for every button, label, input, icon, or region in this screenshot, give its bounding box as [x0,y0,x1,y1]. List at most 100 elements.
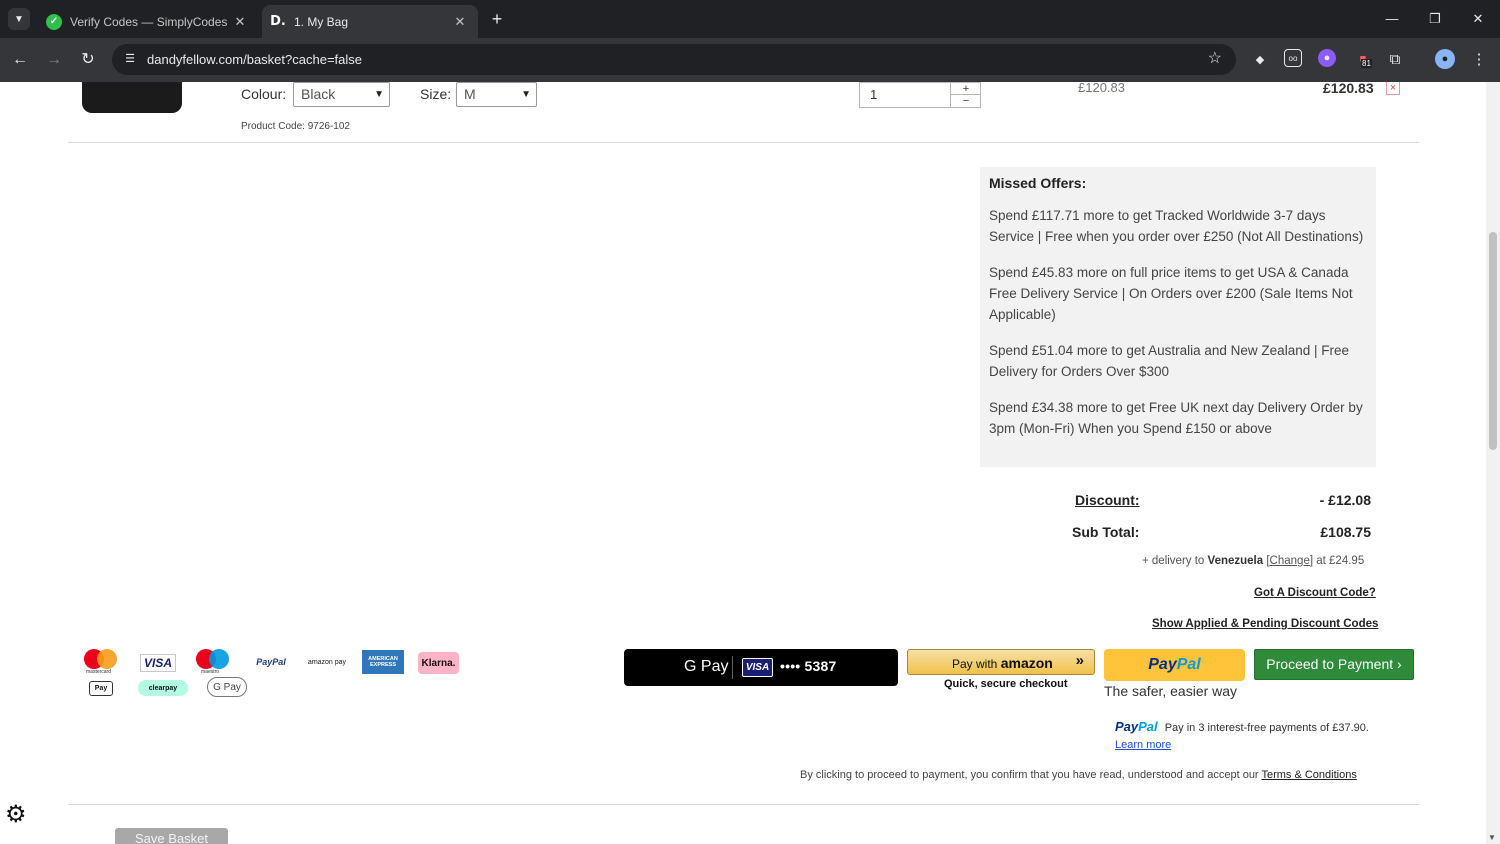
gpay-label: G Pay [684,658,729,675]
save-basket-button[interactable]: Save Basket [115,828,228,844]
new-tab-button[interactable]: + [487,9,507,29]
colour-label: Colour: [241,86,287,102]
paypal-tagline: The safer, easier way [1104,683,1238,699]
extension-icon[interactable]: ◆ [1250,49,1270,69]
mastercard-icon: mastercard [84,648,118,676]
extension-badge-icon[interactable]: ■81 [1353,49,1373,69]
visa-icon: VISA [140,654,176,672]
tab-search-button[interactable]: ▼ [8,8,30,30]
apple-pay-icon: Pay [89,681,113,696]
basket-page: Colour: Black ▼ Size: M ▼ Product Code: … [0,82,1500,844]
tab-simplycodes[interactable]: ✓ Verify Codes — SimplyCodes ✕ [38,5,258,38]
minimize-icon[interactable]: — [1377,8,1407,30]
colour-select[interactable]: Black ▼ [293,82,390,107]
quantity-increase-button[interactable]: + [951,83,981,95]
size-label: Size: [420,86,452,102]
back-button[interactable]: ← [8,48,32,72]
product-image[interactable] [82,82,182,113]
subtotal-label: Sub Total: [1072,524,1140,540]
stepper-buttons: + − [950,83,981,107]
amazon-pay-subtext: Quick, secure checkout [944,678,1068,690]
change-delivery-link[interactable]: [Change] [1266,555,1313,567]
colour-value: Black [301,86,336,102]
forward-button[interactable]: → [42,48,66,72]
gpay-card-number: •••• 5387 [780,658,837,674]
bookmark-star-icon[interactable]: ☆ [1208,49,1222,69]
profile-avatar[interactable]: ● [1435,49,1455,69]
google-pay-button[interactable]: G Pay VISA •••• 5387 [624,649,898,686]
missed-offers-panel: Missed Offers: Spend £117.71 more to get… [980,167,1376,467]
paypal-pay-later-text: Pay in 3 interest-free payments of £37.9… [1164,722,1369,734]
discount-code-link[interactable]: Got A Discount Code? [1254,587,1376,599]
divider [68,142,1419,143]
line-total: £120.83 [1323,82,1374,96]
paypal-icon: PayPal [256,657,286,667]
address-bar[interactable]: ☰ dandyfellow.com/basket?cache=false ☆ [112,44,1236,75]
simplycodes-icon: ✓ [46,13,62,30]
clearpay-icon: clearpay [138,680,188,696]
maestro-text: maestro [201,669,220,675]
extensions-puzzle-icon[interactable]: ⧉ [1385,49,1405,69]
terms-text: By clicking to proceed to payment, you c… [800,769,1259,781]
close-window-icon[interactable]: ✕ [1463,8,1493,30]
browser-toolbar: ← → ↻ ☰ dandyfellow.com/basket?cache=fal… [0,38,1500,82]
subtotal-value: £108.75 [1320,524,1371,540]
scroll-down-arrow-icon[interactable]: ▼ [1488,833,1496,842]
missed-offer-item: Spend £117.71 more to get Tracked Worldw… [989,208,1364,244]
unit-price: £120.83 [1078,82,1125,95]
paypal-pay-later: PayPal Pay in 3 interest-free payments o… [1115,719,1369,734]
amazon-pay-label: Pay with amazon [952,655,1053,671]
quantity-decrease-button[interactable]: − [951,95,981,107]
tab-my-bag[interactable]: D. 1. My Bag ✕ [262,5,478,38]
size-select[interactable]: M ▼ [456,82,537,107]
divider [68,804,1419,805]
discount-value: - £12.08 [1319,492,1371,508]
close-tab-icon[interactable]: ✕ [230,14,250,30]
paypal-pay: Pay [1148,656,1177,673]
extension-icon[interactable]: ● [1318,49,1336,67]
paypal-learn-more-link[interactable]: Learn more [1115,739,1171,751]
menu-kebab-icon[interactable]: ⋮ [1469,49,1489,69]
browser-window: ▼ ✓ Verify Codes — SimplyCodes ✕ D. 1. M… [0,0,1500,844]
restore-icon[interactable]: ❐ [1420,8,1450,30]
chevron-double-right-icon: » [1075,652,1084,669]
product-code: Product Code: 9726-102 [241,121,350,132]
paypal-checkout-button[interactable]: PayPal [1104,649,1245,681]
paypal-pal: Pal [1176,656,1201,673]
delivery-country: Venezuela [1207,555,1264,567]
url-text[interactable]: dandyfellow.com/basket?cache=false [147,44,362,75]
scrollbar-thumb[interactable] [1489,232,1497,450]
klarna-icon: Klarna. [418,652,459,674]
chevron-down-icon: ▼ [374,89,384,100]
maestro-icon: maestro [196,648,230,676]
delivery-cost: at £24.95 [1316,555,1365,567]
tab-title: Verify Codes — SimplyCodes [70,14,228,29]
amazon-prefix: Pay with [952,657,998,671]
terms-notice: By clicking to proceed to payment, you c… [800,769,1357,781]
tab-strip: ▼ ✓ Verify Codes — SimplyCodes ✕ D. 1. M… [0,0,1500,38]
proceed-to-payment-button[interactable]: Proceed to Payment › [1254,649,1414,680]
dandyfellow-favicon: D. [270,14,286,29]
paypal-logo-pal: Pal [1138,719,1158,734]
reload-button[interactable]: ↻ [76,48,100,72]
amazon-pay-button[interactable]: Pay with amazon » [907,649,1095,675]
close-tab-icon[interactable]: ✕ [450,14,470,30]
quantity-input[interactable]: 1 [870,87,877,102]
tab-title: 1. My Bag [294,14,349,29]
gpay-separator [732,656,733,679]
delivery-prefix: + delivery to [1142,555,1205,567]
gear-icon[interactable]: ⚙ [5,802,31,828]
terms-link[interactable]: Terms & Conditions [1261,769,1356,781]
amex-icon: AMERICAN EXPRESS [362,650,404,674]
amazon-pay-icon: amazon pay [307,658,347,666]
remove-item-icon[interactable]: × [1386,82,1400,95]
missed-offer-item: Spend £51.04 more to get Australia and N… [989,343,1349,379]
discount-label[interactable]: Discount: [1075,492,1140,508]
page-scrollbar[interactable]: ▼ [1486,82,1500,844]
extension-icon[interactable]: oo [1284,49,1302,67]
amazon-brand: amazon [1000,655,1053,671]
visa-card-icon: VISA [742,658,773,677]
applied-codes-link[interactable]: Show Applied & Pending Discount Codes [1152,618,1378,630]
site-info-icon[interactable]: ☰ [122,51,138,67]
size-value: M [464,86,476,102]
